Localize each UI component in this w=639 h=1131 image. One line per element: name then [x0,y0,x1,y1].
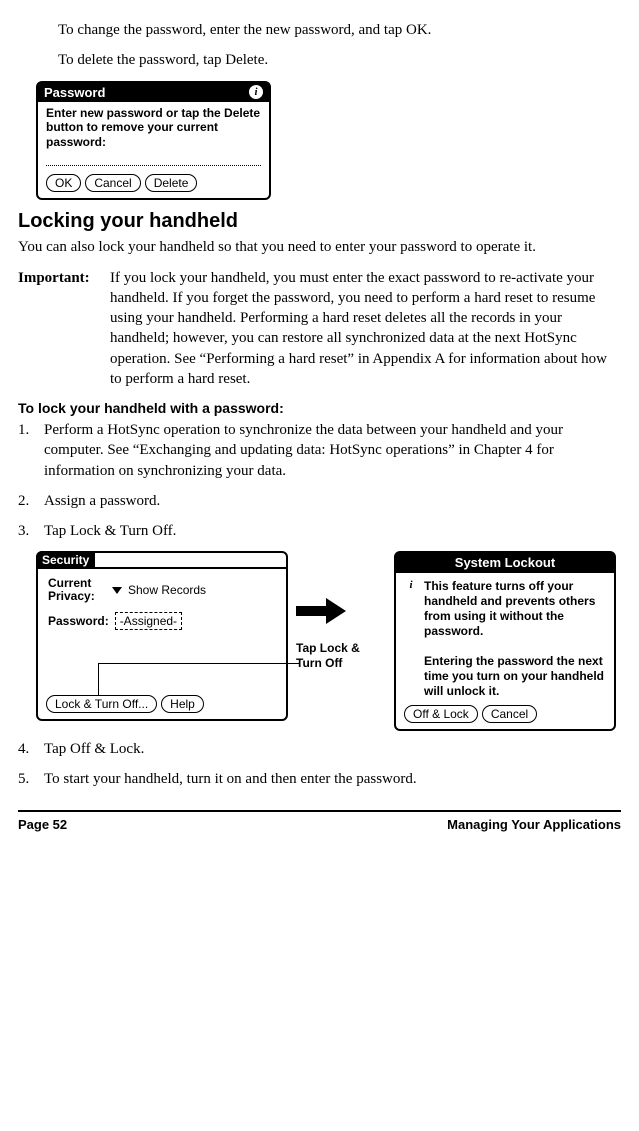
step-text: To start your handheld, turn it on and t… [44,769,621,789]
help-button[interactable]: Help [161,695,204,713]
step-4: 4. Tap Off & Lock. [18,739,621,759]
password-dialog: Password i Enter new password or tap the… [36,81,271,201]
lockout-title: System Lockout [396,553,614,573]
section-heading-locking: Locking your handheld [18,208,621,235]
off-and-lock-button[interactable]: Off & Lock [404,705,478,723]
step-number: 1. [18,420,44,481]
password-label: Password: [48,613,109,629]
page-number: Page 52 [18,816,67,834]
arrow-icon [296,601,346,621]
important-label: Important: [18,268,110,390]
chapter-title: Managing Your Applications [447,816,621,834]
lockout-message: This feature turns off your handheld and… [424,579,606,699]
password-dialog-message: Enter new password or tap the Delete but… [46,106,261,149]
step-number: 4. [18,739,44,759]
cancel-button[interactable]: Cancel [85,174,140,192]
step-2: 2. Assign a password. [18,491,621,511]
step-number: 3. [18,521,44,541]
callout-label: Tap Lock & Turn Off [296,641,386,670]
step-1: 1. Perform a HotSync operation to synchr… [18,420,621,481]
step-text: Perform a HotSync operation to synchroni… [44,420,621,481]
privacy-value[interactable]: Show Records [128,582,206,598]
step-number: 2. [18,491,44,511]
step-3: 3. Tap Lock & Turn Off. [18,521,621,541]
instruction-change-password: To change the password, enter the new pa… [58,20,621,40]
instruction-delete-password: To delete the password, tap Delete. [58,50,621,70]
password-input-line[interactable] [46,155,261,166]
step-text: Tap Lock & Turn Off. [44,521,621,541]
ok-button[interactable]: OK [46,174,81,192]
procedure-heading: To lock your handheld with a password: [18,399,621,418]
system-lockout-dialog: System Lockout i This feature turns off … [394,551,616,731]
delete-button[interactable]: Delete [145,174,198,192]
password-dialog-title: Password [44,84,105,102]
important-text: If you lock your handheld, you must ente… [110,268,621,390]
password-value[interactable]: -Assigned- [115,612,182,630]
info-icon: i [404,579,418,593]
dropdown-icon[interactable] [112,587,122,594]
cancel-button[interactable]: Cancel [482,705,537,723]
password-dialog-titlebar: Password i [38,83,269,103]
info-icon: i [249,85,263,99]
privacy-label: CurrentPrivacy: [48,577,106,603]
step-number: 5. [18,769,44,789]
security-dialog: Security CurrentPrivacy: Show Records Pa… [36,551,288,721]
section-intro: You can also lock your handheld so that … [18,237,621,257]
step-text: Tap Off & Lock. [44,739,621,759]
step-text: Assign a password. [44,491,621,511]
lock-turn-off-button[interactable]: Lock & Turn Off... [46,695,157,713]
step-5: 5. To start your handheld, turn it on an… [18,769,621,789]
